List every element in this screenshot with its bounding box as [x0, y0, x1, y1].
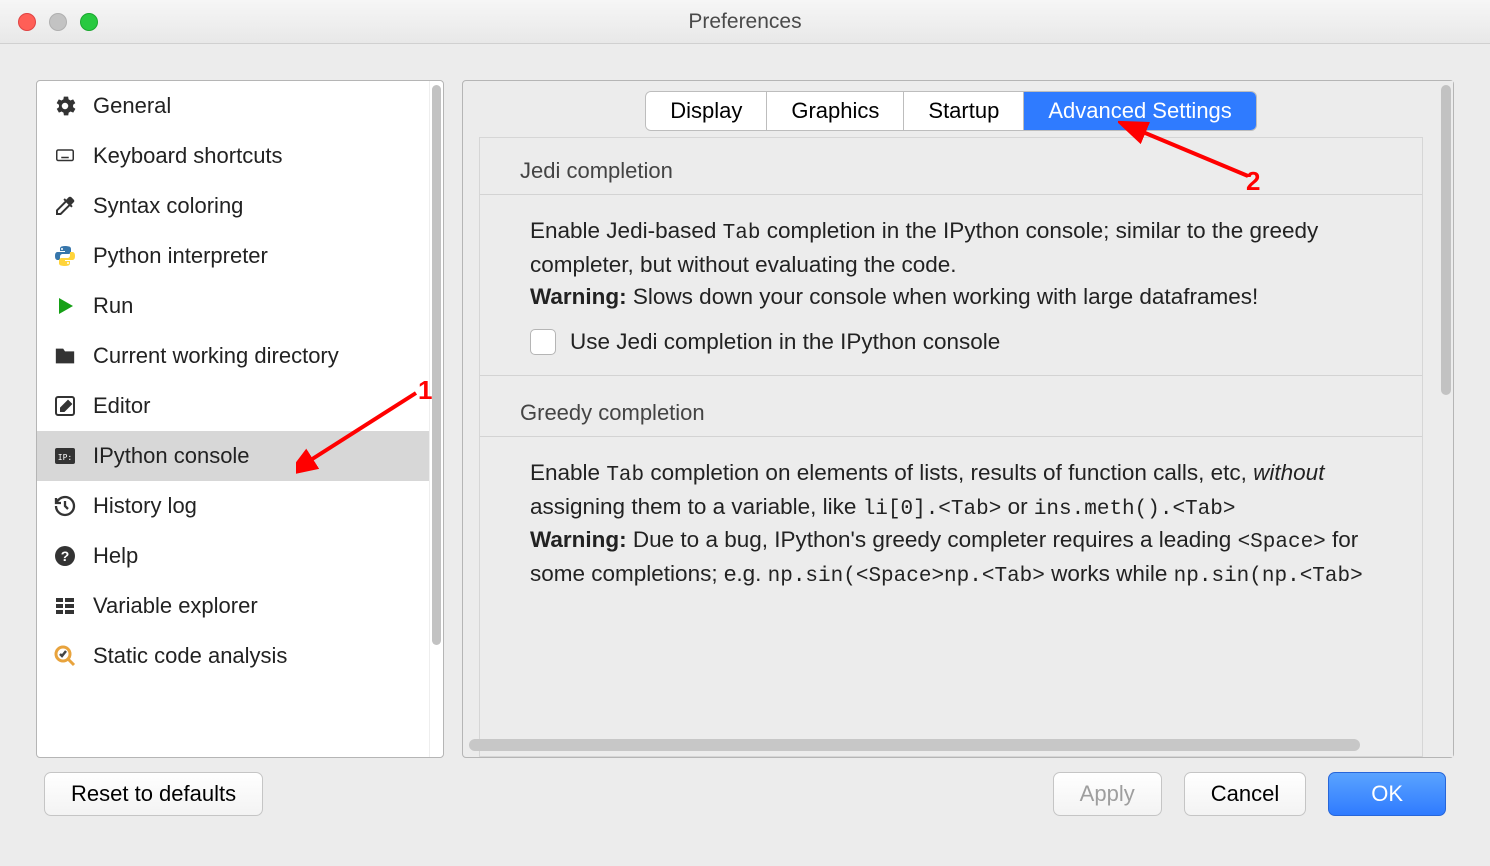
jedi-group: Enable Jedi-based Tab completion in the …	[480, 194, 1422, 376]
sidebar-item-label: Static code analysis	[93, 643, 287, 669]
sidebar-item-label: History log	[93, 493, 197, 519]
history-icon	[51, 492, 79, 520]
cancel-button[interactable]: Cancel	[1184, 772, 1306, 816]
sidebar-item-help[interactable]: ? Help	[37, 531, 429, 581]
sidebar-scrollbar[interactable]	[429, 81, 443, 757]
content-area: General Keyboard shortcuts Syntax colori…	[0, 44, 1490, 758]
sidebar-item-cwd[interactable]: Current working directory	[37, 331, 429, 381]
svg-text:?: ?	[61, 548, 70, 564]
ok-button[interactable]: OK	[1328, 772, 1446, 816]
sidebar-item-variable-explorer[interactable]: Variable explorer	[37, 581, 429, 631]
jedi-description: Enable Jedi-based Tab completion in the …	[530, 215, 1382, 313]
python-icon	[51, 242, 79, 270]
jedi-checkbox-row: Use Jedi completion in the IPython conso…	[530, 329, 1382, 355]
sidebar-item-keyboard-shortcuts[interactable]: Keyboard shortcuts	[37, 131, 429, 181]
gears-icon	[51, 92, 79, 120]
main-scrollbar[interactable]	[1439, 81, 1453, 757]
tab-bar: Display Graphics Startup Advanced Settin…	[463, 91, 1439, 131]
sidebar-item-label: Python interpreter	[93, 243, 268, 269]
ipython-icon: IP:	[51, 442, 79, 470]
sidebar-item-ipython-console[interactable]: IP: IPython console	[37, 431, 429, 481]
main-panel: Display Graphics Startup Advanced Settin…	[462, 80, 1454, 758]
sidebar-item-history-log[interactable]: History log	[37, 481, 429, 531]
tab-graphics[interactable]: Graphics	[767, 92, 904, 130]
sidebar-item-label: Current working directory	[93, 343, 339, 369]
play-icon	[51, 292, 79, 320]
sidebar-item-run[interactable]: Run	[37, 281, 429, 331]
greedy-description: Enable Tab completion on elements of lis…	[530, 457, 1382, 592]
sidebar-panel: General Keyboard shortcuts Syntax colori…	[36, 80, 444, 758]
tab-startup[interactable]: Startup	[904, 92, 1024, 130]
jedi-checkbox[interactable]	[530, 329, 556, 355]
sidebar-item-label: General	[93, 93, 171, 119]
horizontal-scrollbar[interactable]	[469, 739, 1437, 751]
greedy-group-title: Greedy completion	[480, 400, 1422, 436]
sidebar-item-static-code-analysis[interactable]: Static code analysis	[37, 631, 429, 681]
keyboard-icon	[51, 142, 79, 170]
jedi-checkbox-label: Use Jedi completion in the IPython conso…	[570, 329, 1000, 355]
edit-icon	[51, 392, 79, 420]
apply-button[interactable]: Apply	[1053, 772, 1162, 816]
sidebar-item-label: Help	[93, 543, 138, 569]
sidebar-item-python-interpreter[interactable]: Python interpreter	[37, 231, 429, 281]
variables-icon	[51, 592, 79, 620]
settings-body: Jedi completion Enable Jedi-based Tab co…	[479, 137, 1423, 757]
sidebar-item-label: Keyboard shortcuts	[93, 143, 283, 169]
folder-icon	[51, 342, 79, 370]
greedy-group: Enable Tab completion on elements of lis…	[480, 436, 1422, 592]
reset-to-defaults-button[interactable]: Reset to defaults	[44, 772, 263, 816]
sidebar-item-label: IPython console	[93, 443, 250, 469]
window-title: Preferences	[0, 10, 1490, 34]
titlebar: Preferences	[0, 0, 1490, 44]
sidebar-item-syntax-coloring[interactable]: Syntax coloring	[37, 181, 429, 231]
svg-text:IP:: IP:	[58, 453, 72, 462]
sidebar-item-editor[interactable]: Editor	[37, 381, 429, 431]
sidebar-item-label: Run	[93, 293, 133, 319]
sidebar-item-general[interactable]: General	[37, 81, 429, 131]
help-icon: ?	[51, 542, 79, 570]
tab-advanced-settings[interactable]: Advanced Settings	[1024, 92, 1255, 130]
sidebar-item-label: Syntax coloring	[93, 193, 243, 219]
sidebar-list: General Keyboard shortcuts Syntax colori…	[37, 81, 429, 757]
jedi-group-title: Jedi completion	[480, 158, 1422, 194]
footer: Reset to defaults Apply Cancel OK	[0, 758, 1490, 830]
sidebar-item-label: Editor	[93, 393, 150, 419]
eyedropper-icon	[51, 192, 79, 220]
analysis-icon	[51, 642, 79, 670]
sidebar-item-label: Variable explorer	[93, 593, 258, 619]
tab-display[interactable]: Display	[646, 92, 767, 130]
